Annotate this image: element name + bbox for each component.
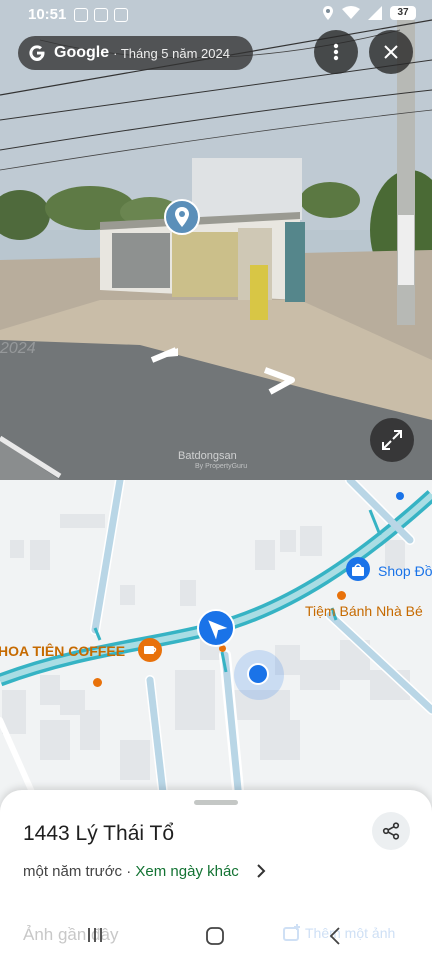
street-view-image[interactable] — [0, 0, 432, 480]
share-button[interactable] — [372, 812, 410, 850]
battery-icon: 37 — [390, 6, 416, 20]
poi-label-bakery[interactable]: Tiệm Bánh Nhà Bé — [305, 603, 423, 619]
more-options-button[interactable] — [314, 30, 358, 74]
share-icon — [382, 822, 400, 840]
other-dates-link[interactable]: Xem ngày khác — [135, 863, 238, 880]
location-status-icon — [323, 6, 333, 20]
watermark-sub: By PropertyGuru — [195, 463, 248, 470]
chevron-right-icon[interactable] — [256, 863, 266, 879]
close-button[interactable] — [369, 30, 413, 74]
poi-label-coffee[interactable]: HOA TIÊN COFFEE — [0, 643, 125, 659]
place-address: 1443 Lý Thái Tổ — [23, 822, 174, 845]
fullscreen-button[interactable] — [370, 418, 414, 462]
date-line: một năm trước · Xem ngày khác — [23, 863, 239, 880]
watermark: Batdongsan — [178, 450, 237, 462]
shop-marker-icon[interactable] — [345, 556, 371, 586]
sheet-drag-handle[interactable] — [194, 800, 238, 805]
wifi-icon — [342, 6, 360, 19]
signal-icon — [368, 6, 382, 20]
small-poi-dot-3[interactable] — [396, 492, 404, 500]
recent-apps-icon[interactable] — [86, 926, 104, 944]
separator: · — [126, 863, 132, 880]
street-view-direction-icon[interactable] — [197, 609, 235, 647]
provider-name: Google — [54, 44, 110, 61]
cafe-marker-icon[interactable] — [137, 637, 163, 667]
capture-date: · Tháng 5 năm 2024 — [113, 45, 230, 61]
back-icon[interactable] — [328, 926, 342, 946]
watermark-year: 2024 — [0, 340, 36, 357]
location-pin-icon[interactable] — [164, 199, 200, 235]
bakery-marker-dot[interactable] — [337, 591, 346, 600]
poi-label-shop[interactable]: Shop Đồ — [378, 563, 432, 579]
expand-icon — [382, 430, 402, 450]
time-ago: một năm trước — [23, 863, 123, 880]
street-view-info-pill[interactable]: Google · Tháng 5 năm 2024 — [18, 36, 253, 70]
close-icon — [384, 45, 398, 59]
status-time: 10:51 — [28, 6, 67, 23]
more-vert-icon — [333, 43, 339, 61]
google-logo-icon — [29, 45, 45, 61]
system-nav-bar — [0, 920, 432, 960]
my-location-dot[interactable] — [247, 663, 269, 685]
zalo-notification-icon — [74, 8, 88, 22]
status-bar: 10:51 37 — [0, 0, 432, 30]
street-view-panel[interactable]: Batdongsan By PropertyGuru 2024 10:51 37… — [0, 0, 432, 480]
status-right: 37 — [322, 6, 416, 20]
small-poi-dot[interactable] — [93, 678, 102, 687]
gallery-notification-icon — [114, 8, 128, 22]
app-notification-icon — [94, 8, 108, 22]
home-icon[interactable] — [205, 926, 225, 946]
notification-icons — [74, 8, 128, 22]
